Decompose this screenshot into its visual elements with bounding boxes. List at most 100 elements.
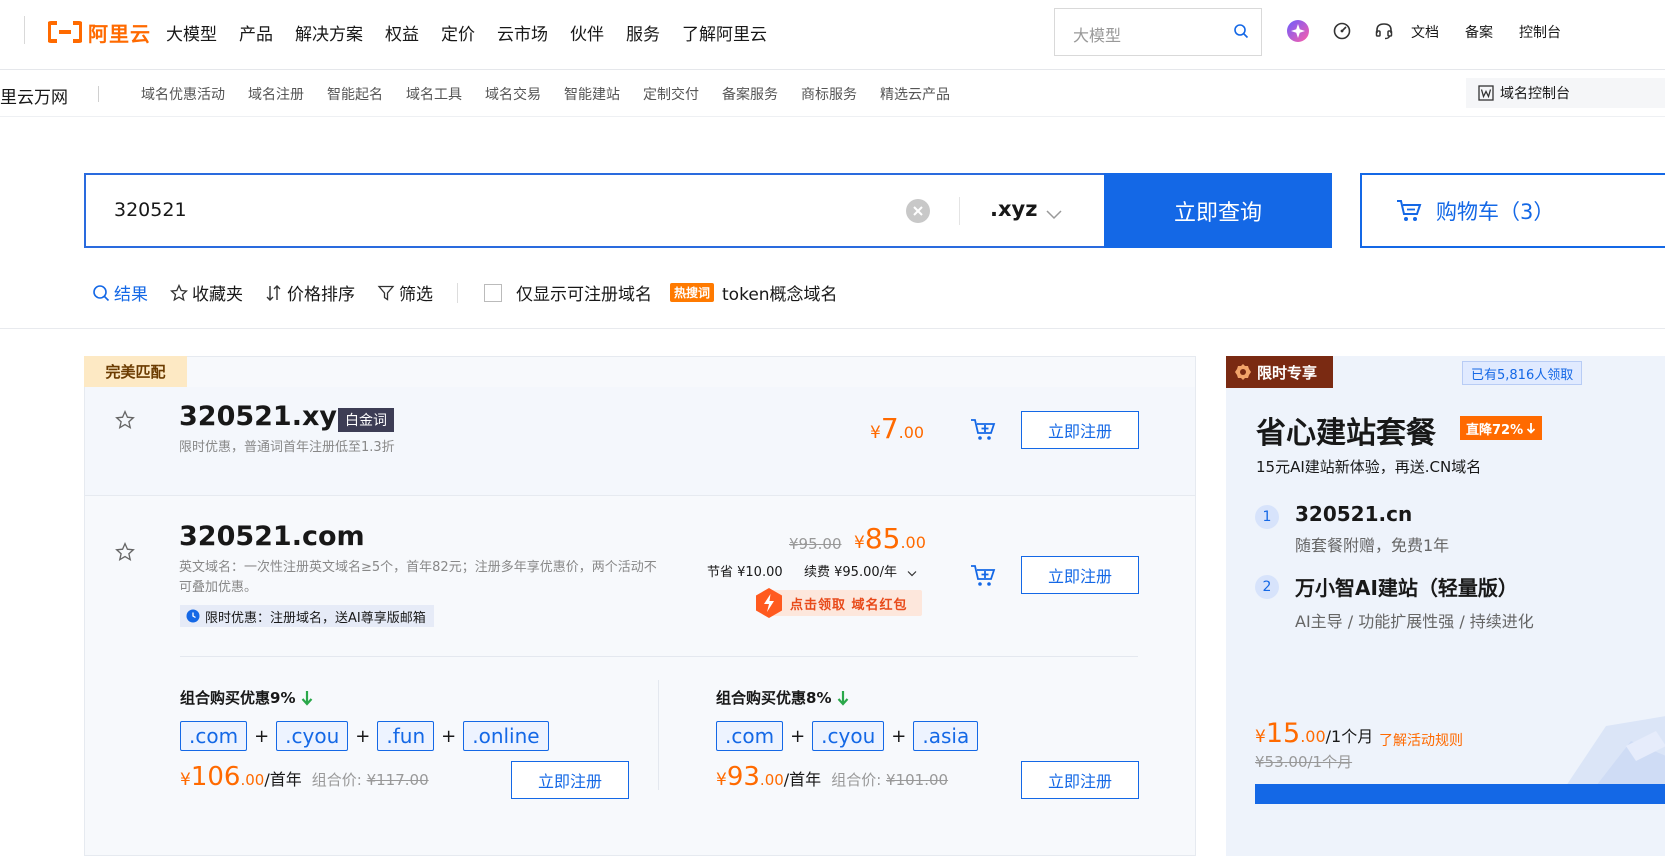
promo-unit: /1个月 [1325, 727, 1374, 746]
price-currency: ¥ [870, 423, 881, 443]
subnav-item-cloud-products[interactable]: 精选云产品 [880, 84, 950, 104]
link-docs[interactable]: 文档 [1411, 22, 1439, 42]
promo-item-title: 万小智AI建站（轻量版） [1295, 576, 1518, 600]
step-number: 1 [1255, 505, 1279, 529]
toolbar-bottom-divider [0, 328, 1665, 329]
subnav-item-trading[interactable]: 域名交易 [485, 84, 541, 104]
combo-register-button[interactable]: 立即注册 [511, 761, 629, 799]
add-to-cart-icon[interactable] [970, 418, 996, 446]
promo-cta-bar[interactable] [1255, 784, 1665, 804]
support-headset-icon[interactable] [1374, 21, 1394, 41]
clear-icon[interactable] [906, 199, 930, 223]
promo-price-dec: .00 [1300, 727, 1326, 746]
subnav-item-icp[interactable]: 备案服务 [722, 84, 778, 104]
nav-item-products[interactable]: 产品 [239, 20, 273, 45]
subnav-item-custom[interactable]: 定制交付 [643, 84, 699, 104]
tld-select[interactable]: .xyz [990, 197, 1037, 221]
toolbar-divider [457, 282, 458, 303]
top-right-icons [1286, 19, 1416, 43]
subnav-item-trademark[interactable]: 商标服务 [801, 84, 857, 104]
domain-search-input[interactable]: 320521 [114, 199, 187, 221]
tab-favorites[interactable]: 收藏夹 [170, 280, 243, 305]
arrow-down-icon [837, 691, 849, 706]
subnav-item-tools[interactable]: 域名工具 [406, 84, 462, 104]
plus-sign: + [790, 725, 806, 747]
promo-chip: 限时优惠：注册域名，送AI尊享版邮箱 [180, 605, 434, 627]
sort-label: 价格排序 [287, 285, 355, 305]
combo-group-price: ¥117.00 [366, 771, 429, 789]
combo-tld-list: .com + .cyou + .fun + .online [180, 721, 549, 751]
combo-unit: /首年 [264, 770, 302, 789]
plus-sign: + [441, 725, 457, 747]
tab-results[interactable]: 结果 [92, 280, 148, 305]
nav-item-models[interactable]: 大模型 [166, 20, 217, 45]
domain-console-button[interactable]: 域名控制台 [1466, 78, 1665, 108]
promo-currency: ¥ [1255, 727, 1266, 747]
subnav-item-naming[interactable]: 智能起名 [327, 84, 383, 104]
only-available-label-wrap[interactable]: 仅显示可注册域名 [516, 280, 652, 305]
chevron-down-icon[interactable] [1046, 205, 1062, 224]
top-search-input[interactable]: 大模型 [1054, 8, 1262, 56]
search-icon[interactable] [1233, 23, 1249, 43]
filter-label: 筛选 [399, 285, 433, 305]
subnav-brand[interactable]: 里云万网 [0, 83, 68, 108]
combo-register-button[interactable]: 立即注册 [1021, 761, 1139, 799]
combo-price-int: 106 [190, 762, 241, 792]
activity-rules-link[interactable]: 了解活动规则 [1379, 730, 1463, 750]
combo-unit: /首年 [783, 770, 822, 789]
aliyun-logo[interactable]: 阿里云 [47, 18, 151, 46]
only-available-checkbox[interactable] [484, 283, 502, 302]
nav-item-pricing[interactable]: 定价 [441, 20, 475, 45]
console-label: 域名控制台 [1500, 86, 1570, 102]
promo-title: 省心建站套餐 [1256, 416, 1436, 451]
domain-desc: 限时优惠，普通词首年注册低至1.3折 [179, 440, 395, 455]
favorite-star-icon[interactable] [115, 542, 135, 566]
plus-sign: + [891, 725, 907, 747]
favorite-star-icon[interactable] [115, 410, 135, 434]
sort-by-price[interactable]: 价格排序 [265, 280, 355, 305]
tab-favorites-label: 收藏夹 [192, 285, 243, 305]
renewal-price[interactable]: 续费 ¥95.00/年 [804, 561, 897, 580]
tld-chip: .fun [377, 721, 435, 751]
chevron-down-icon[interactable] [907, 563, 917, 582]
add-to-cart-icon[interactable] [970, 564, 996, 592]
link-filing[interactable]: 备案 [1465, 22, 1493, 42]
sub-navigation: 里云万网 域名优惠活动 域名注册 智能起名 域名工具 域名交易 智能建站 定制交… [0, 70, 1665, 117]
dashboard-icon[interactable] [1332, 21, 1352, 41]
coupon-text: 点击领取 域名红包 [790, 598, 908, 613]
register-button[interactable]: 立即注册 [1021, 556, 1139, 594]
tld-chip: .com [716, 721, 784, 751]
filter-button[interactable]: 筛选 [377, 280, 433, 305]
combo-divider [180, 656, 1138, 657]
subnav-item-register[interactable]: 域名注册 [248, 84, 304, 104]
combo-price-dec: .00 [759, 771, 784, 789]
star-icon [170, 283, 188, 301]
subnav-item-sitebuilder[interactable]: 智能建站 [564, 84, 620, 104]
nav-item-services[interactable]: 服务 [626, 20, 660, 45]
combo-group-label: 组合价: [311, 771, 362, 789]
hot-word-link[interactable]: 热搜词 token概念域名 [670, 280, 838, 305]
promo-item-desc: AI主导 / 功能扩展性强 / 持续进化 [1295, 612, 1534, 631]
nav-item-partners[interactable]: 伙伴 [570, 20, 604, 45]
search-button[interactable]: 立即查询 [1104, 173, 1332, 248]
subnav-item-promotions[interactable]: 域名优惠活动 [141, 84, 225, 104]
top-navigation: 阿里云 大模型 产品 解决方案 权益 定价 云市场 伙伴 服务 了解阿里云 大模… [0, 0, 1665, 70]
promo-panel[interactable]: 限时专享 已有5,816人领取 省心建站套餐 直降72% 15元AI建站新体验，… [1226, 356, 1665, 856]
nav-item-benefits[interactable]: 权益 [385, 20, 419, 45]
domain-search-box[interactable]: 320521 .xyz [84, 173, 1106, 248]
ai-assistant-icon[interactable] [1286, 19, 1310, 43]
link-console[interactable]: 控制台 [1519, 22, 1561, 42]
hot-search-tag: 热搜词 [670, 283, 715, 302]
nav-item-marketplace[interactable]: 云市场 [497, 20, 548, 45]
nav-item-solutions[interactable]: 解决方案 [295, 20, 363, 45]
nav-item-about[interactable]: 了解阿里云 [682, 20, 767, 45]
combo-group-price: ¥101.00 [886, 771, 949, 789]
combo-title: 组合购买优惠8% [716, 687, 849, 708]
cart-icon [1397, 199, 1422, 221]
coupon-button[interactable]: 点击领取 域名红包 [754, 587, 922, 619]
register-button[interactable]: 立即注册 [1021, 411, 1139, 449]
logo-text: 阿里云 [88, 21, 151, 46]
filter-icon [377, 285, 395, 301]
cart-button[interactable]: 购物车（3） [1360, 173, 1665, 248]
combo-tld-list: .com + .cyou + .asia [716, 721, 979, 751]
